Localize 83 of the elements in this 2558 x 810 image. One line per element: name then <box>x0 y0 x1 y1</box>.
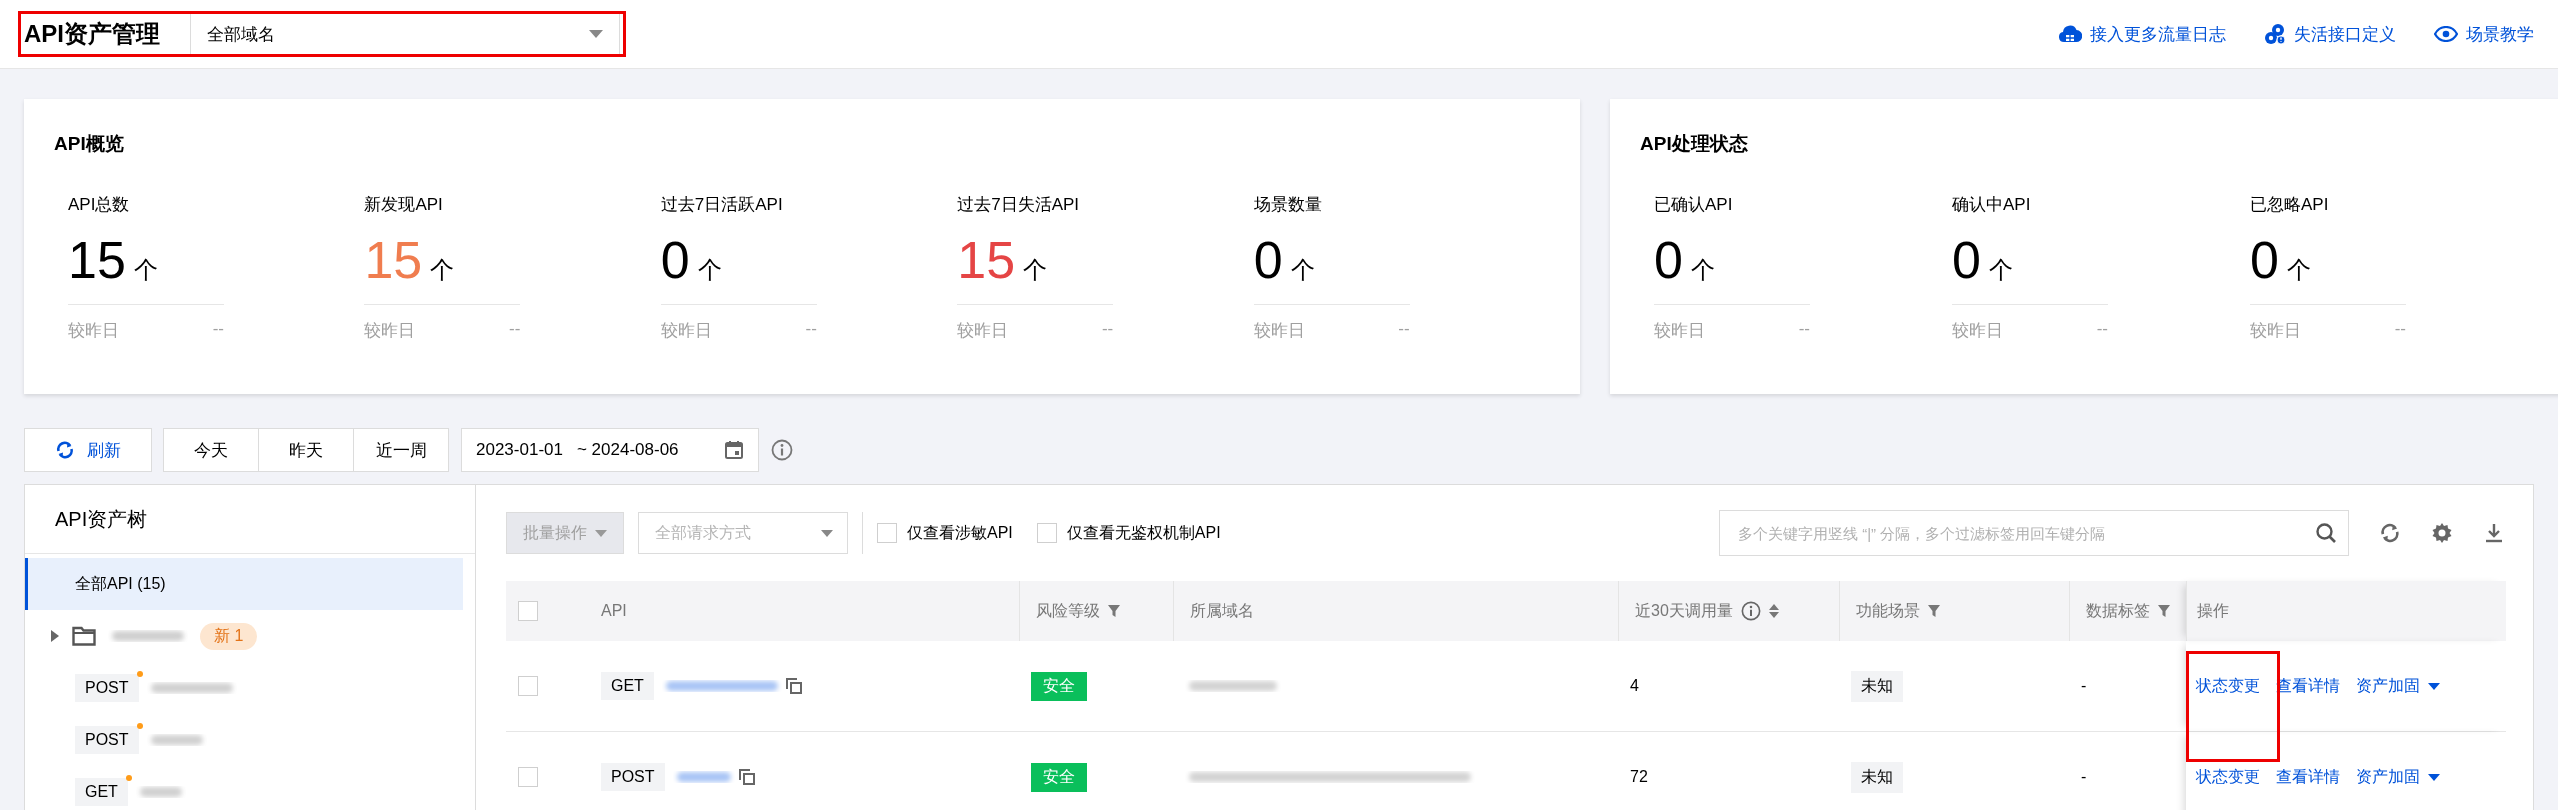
compare-value: -- <box>212 319 224 340</box>
compare-label: 较昨日 <box>364 320 416 342</box>
checkbox-label[interactable]: 仅查看涉敏API <box>907 522 1013 544</box>
tree-title: API资产树 <box>25 485 475 554</box>
risk-tag: 安全 <box>1031 762 1087 792</box>
refresh-button[interactable]: 刷新 <box>24 428 152 472</box>
compare-label: 较昨日 <box>2250 320 2301 342</box>
new-badge: 新 1 <box>200 622 258 650</box>
stat-value: 0 <box>2250 230 2279 290</box>
stat-label: 过去7日活跃API <box>660 194 784 216</box>
card-title: API处理状态 <box>1640 132 1749 156</box>
column-header: 操作 <box>2197 600 2229 621</box>
range-tab[interactable]: 近一周 <box>353 428 449 472</box>
table-cell: 4 <box>1630 677 1639 695</box>
stat-unit: 个 <box>1988 255 2013 285</box>
action-link[interactable]: 状态变更 <box>2196 766 2260 788</box>
compare-label: 较昨日 <box>660 320 712 342</box>
header-link[interactable]: 接入更多流量日志 <box>2058 22 2226 46</box>
stat-label: 过去7日失活API <box>957 194 1081 216</box>
card-title: API概览 <box>54 132 125 156</box>
compare-value: -- <box>2096 319 2108 340</box>
compare-value: -- <box>509 319 521 340</box>
stat-value: 0 <box>1253 230 1283 290</box>
action-link[interactable]: 资产加固 <box>2356 766 2440 788</box>
compare-label: 较昨日 <box>1253 320 1305 342</box>
column-header: API <box>601 602 627 620</box>
column-header: 近30天调用量 <box>1635 600 1733 621</box>
search-field[interactable]: 多个关键字用竖线 “|” 分隔，多个过滤标签用回车键分隔 <box>1719 510 2349 556</box>
action-link[interactable]: 状态变更 <box>2196 675 2260 697</box>
action-link[interactable]: 资产加固 <box>2356 675 2440 697</box>
stat-unit: 个 <box>133 255 158 285</box>
risk-tag: 安全 <box>1031 671 1087 701</box>
range-tab[interactable]: 今天 <box>163 428 259 472</box>
domain-select[interactable]: 全部域名 <box>190 13 620 55</box>
header-link[interactable]: 失活接口定义 <box>2264 22 2396 46</box>
column-header: 风险等级 <box>1036 600 1100 621</box>
range-tab[interactable]: 昨天 <box>258 428 354 472</box>
compare-value: -- <box>2394 319 2406 340</box>
table-cell: 72 <box>1630 768 1648 786</box>
compare-label: 较昨日 <box>1654 320 1705 342</box>
column-header: 数据标签 <box>2086 600 2150 621</box>
column-header: 功能场景 <box>1856 600 1920 621</box>
table-cell: - <box>2081 677 2087 695</box>
compare-value: -- <box>1398 319 1410 340</box>
stat-unit: 个 <box>1690 255 1715 285</box>
tree-item[interactable]: POST <box>25 662 463 714</box>
stat-label: API总数 <box>68 194 131 216</box>
stat-value: 0 <box>660 230 690 290</box>
stat-unit: 个 <box>1290 255 1315 285</box>
scene-tag: 未知 <box>1851 761 1903 793</box>
stat-value: 15 <box>68 230 126 290</box>
compare-label: 较昨日 <box>68 320 119 342</box>
stat-value: 15 <box>957 230 1016 290</box>
column-header: 所属域名 <box>1190 600 1254 621</box>
stat-value: 15 <box>364 230 423 290</box>
compare-value: -- <box>1798 319 1810 340</box>
checkbox-label[interactable]: 仅查看无鉴权机制API <box>1066 522 1221 544</box>
tree-item[interactable]: 全部API (15) <box>25 558 463 610</box>
compare-label: 较昨日 <box>1952 320 2003 342</box>
table-cell: - <box>2081 768 2087 786</box>
stat-label: 场景数量 <box>1253 194 1323 216</box>
date-range-field[interactable]: 2023-01-01 ~ 2024-08-06 <box>461 428 759 472</box>
stat-unit: 个 <box>697 255 722 285</box>
stat-label: 已忽略API <box>2250 194 2330 216</box>
stat-unit: 个 <box>2286 255 2311 285</box>
tree-item[interactable]: POST <box>25 714 463 766</box>
stat-unit: 个 <box>430 255 455 285</box>
stat-label: 已确认API <box>1654 194 1734 216</box>
method-tag: POST <box>601 763 665 791</box>
method-tag: GET <box>601 672 654 700</box>
stat-value: 0 <box>1654 230 1683 290</box>
stat-label: 确认中API <box>1952 194 2032 216</box>
tree-item[interactable]: GET <box>25 766 463 810</box>
header-link[interactable]: 场景教学 <box>2434 22 2534 46</box>
stat-unit: 个 <box>1023 255 1048 285</box>
scene-tag: 未知 <box>1851 670 1903 702</box>
compare-label: 较昨日 <box>957 320 1009 342</box>
page-title: API资产管理 <box>24 19 160 49</box>
stat-label: 新发现API <box>364 194 444 216</box>
compare-value: -- <box>1101 319 1114 340</box>
action-link[interactable]: 查看详情 <box>2276 766 2340 788</box>
compare-value: -- <box>805 319 817 340</box>
stat-value: 0 <box>1952 230 1981 290</box>
